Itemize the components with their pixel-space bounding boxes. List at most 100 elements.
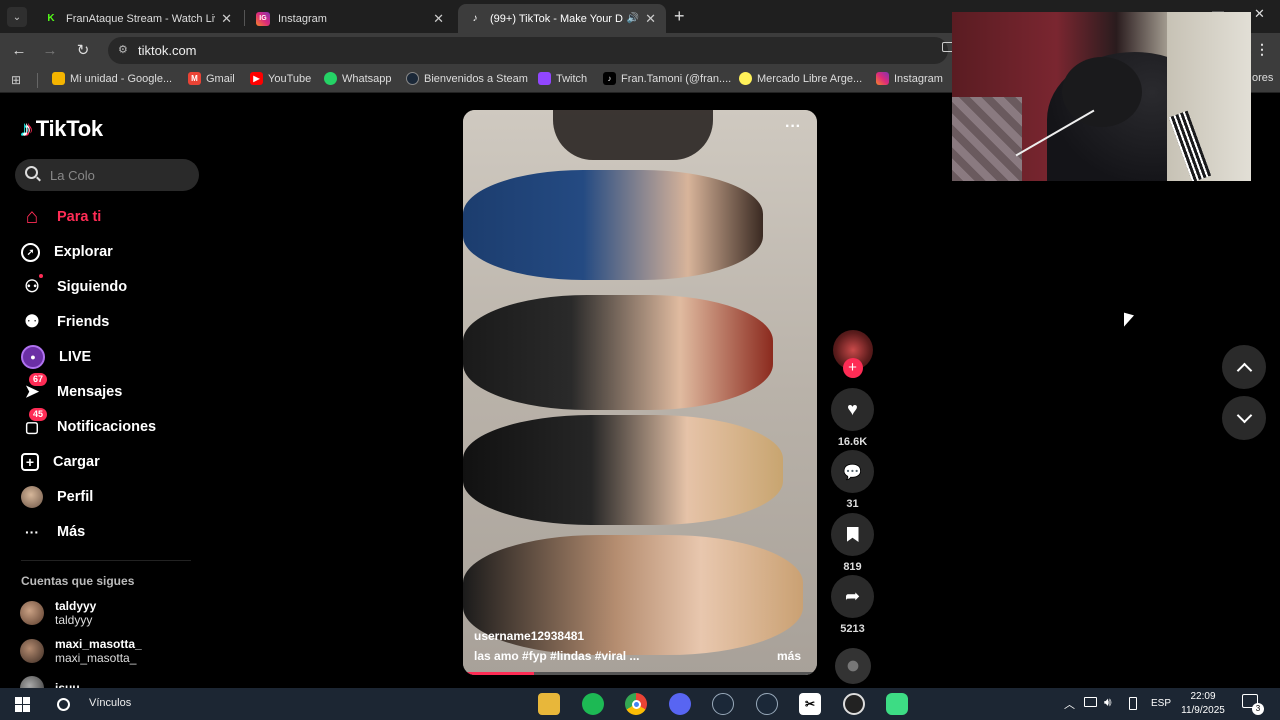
bookmark-label: Whatsapp: [342, 72, 392, 85]
volume-icon[interactable]: 🔊︎: [1104, 695, 1112, 710]
obs-icon[interactable]: [843, 693, 865, 715]
url-input[interactable]: ⚙ tiktok.com: [108, 37, 948, 64]
bookmark-overflow[interactable]: ores: [1252, 72, 1273, 84]
nav-live[interactable]: ● LIVE: [21, 343, 91, 371]
video-player[interactable]: ··· username12938481 las amo #fyp #linda…: [463, 110, 817, 675]
tiktok-icon: ♪: [472, 13, 478, 24]
nav-friends[interactable]: ⚉ Friends: [21, 308, 109, 336]
nav-label: Mensajes: [57, 384, 123, 400]
steam-icon[interactable]: [712, 693, 734, 715]
url-text: tiktok.com: [138, 43, 197, 58]
close-icon[interactable]: ✕: [645, 11, 656, 27]
more-icon: ···: [25, 524, 39, 540]
apps-grid-icon[interactable]: ⊞: [11, 73, 21, 87]
bookmark-label: Mi unidad - Google...: [70, 72, 173, 85]
taskbar-search-icon[interactable]: [52, 693, 74, 715]
nav-cargar[interactable]: + Cargar: [21, 448, 100, 476]
caption-more-button[interactable]: más: [777, 649, 801, 663]
comment-button[interactable]: 💬 31: [831, 450, 874, 510]
nav-para-ti[interactable]: ⌂ Para ti: [21, 203, 102, 231]
nav-siguiendo[interactable]: ⚇ Siguiendo: [21, 273, 127, 301]
tab-divider: [244, 10, 245, 26]
tab-franataque-stream[interactable]: K FranAtaque Stream - Watch Live ✕: [34, 4, 242, 33]
bookmark-twitch[interactable]: Twitch: [538, 72, 587, 85]
sound-disc[interactable]: [831, 648, 874, 684]
nav-mensajes[interactable]: ➤ 67 Mensajes: [21, 373, 123, 406]
site-settings-icon[interactable]: ⚙: [118, 43, 128, 56]
spotify-icon[interactable]: [582, 693, 604, 715]
creator-avatar[interactable]: +: [831, 330, 874, 378]
kick-icon: K: [47, 13, 55, 24]
tab-title: FranAtaque Stream - Watch Live: [66, 12, 216, 25]
bookmarks-divider: [37, 73, 38, 88]
new-tab-button[interactable]: +: [674, 6, 685, 27]
window-close-icon[interactable]: ✕: [1254, 6, 1265, 22]
nav-notificaciones[interactable]: ▢ 45 Notificaciones: [21, 408, 156, 441]
capcut-icon[interactable]: ✂: [799, 693, 821, 715]
search-input[interactable]: La Colo: [15, 159, 199, 191]
bookmark-mercado-libre[interactable]: Mercado Libre Arge...: [739, 72, 862, 85]
tiktok-logo[interactable]: ♪ TikTok: [21, 116, 103, 142]
following-account-maxi-masotta[interactable]: maxi_masotta_ maxi_masotta_: [20, 637, 142, 665]
system-clock[interactable]: 22:09 11/9/2025: [1178, 690, 1228, 718]
windows-start-icon[interactable]: [11, 693, 33, 715]
tab-search-button[interactable]: ⌄: [7, 7, 27, 27]
nav-label: LIVE: [59, 349, 92, 365]
tab-tiktok[interactable]: ♪ (99+) TikTok - Make Your Day 🔊 ✕: [458, 4, 666, 33]
bookmark-label: ores: [1252, 72, 1274, 84]
next-video-button[interactable]: [1222, 396, 1266, 440]
youtube-icon: ▶: [250, 72, 263, 85]
video-progress-bar[interactable]: [463, 672, 817, 675]
chevron-down-icon: [1236, 407, 1252, 423]
video-options-icon[interactable]: ···: [785, 118, 801, 136]
webcam-door: [1167, 12, 1251, 181]
network-icon[interactable]: [1084, 697, 1097, 707]
nav-label: Perfil: [57, 489, 94, 505]
comment-count: 31: [846, 498, 859, 510]
battery-icon[interactable]: [1129, 697, 1137, 710]
bookmark-label: Fran.Tamoni (@fran....: [621, 72, 732, 85]
tiktok-sidebar: ♪ TikTok La Colo ⌂ Para ti ➚ Explorar ⚇ …: [0, 94, 210, 700]
share-icon: ➦: [831, 575, 874, 618]
webcam-hair: [1062, 57, 1142, 127]
language-indicator[interactable]: ESP: [1151, 698, 1171, 709]
nav-explorar[interactable]: ➚ Explorar: [21, 238, 113, 266]
save-button[interactable]: 819: [831, 513, 874, 573]
back-arrow-icon[interactable]: ←: [9, 40, 29, 60]
bookmark-tiktok-profile[interactable]: ♪ Fran.Tamoni (@fran....: [603, 72, 731, 85]
bookmark-label: Twitch: [556, 72, 588, 85]
audio-playing-icon[interactable]: 🔊: [627, 13, 639, 24]
like-button[interactable]: ♥ 16.6K: [831, 388, 874, 448]
close-icon[interactable]: ✕: [221, 11, 232, 27]
bookmark-youtube[interactable]: ▶ YouTube: [250, 72, 311, 85]
following-account-taldyyy[interactable]: taldyyy taldyyy: [20, 599, 96, 627]
tiktok-note-icon: ♪: [21, 116, 32, 141]
bookmark-google-drive[interactable]: Mi unidad - Google...: [52, 72, 172, 85]
nav-label: Friends: [57, 314, 110, 330]
logo-text: TikTok: [35, 116, 103, 141]
nav-mas[interactable]: ··· Más: [21, 518, 85, 546]
game-app-icon[interactable]: [886, 693, 908, 715]
reload-icon[interactable]: ↻: [73, 40, 93, 60]
follow-plus-icon[interactable]: +: [842, 358, 863, 378]
close-icon[interactable]: ✕: [433, 11, 444, 27]
messages-icon: ➤ 67: [21, 373, 48, 403]
forward-arrow-icon[interactable]: →: [40, 40, 60, 60]
bookmark-steam[interactable]: Bienvenidos a Steam: [406, 72, 528, 85]
bookmark-gmail[interactable]: M Gmail: [188, 72, 235, 85]
discord-icon[interactable]: [669, 693, 691, 715]
bookmark-instagram[interactable]: Instagram: [876, 72, 943, 85]
tab-instagram[interactable]: IG Instagram ✕: [246, 4, 454, 33]
nav-perfil[interactable]: Perfil: [21, 483, 93, 511]
taskbar-search-label[interactable]: Vínculos: [89, 697, 131, 709]
tray-overflow-chevron-icon[interactable]: ︿: [1064, 696, 1075, 712]
share-button[interactable]: ➦ 5213: [831, 575, 874, 635]
bookmark-whatsapp[interactable]: Whatsapp: [324, 72, 392, 85]
chrome-icon[interactable]: [625, 693, 647, 715]
steam-window-icon[interactable]: [756, 693, 778, 715]
friends-icon: ⚉: [24, 312, 40, 331]
menu-kebab-icon[interactable]: ⋮: [1255, 41, 1269, 58]
video-username[interactable]: username12938481: [474, 629, 584, 643]
previous-video-button[interactable]: [1222, 345, 1266, 389]
file-explorer-icon[interactable]: [538, 693, 560, 715]
